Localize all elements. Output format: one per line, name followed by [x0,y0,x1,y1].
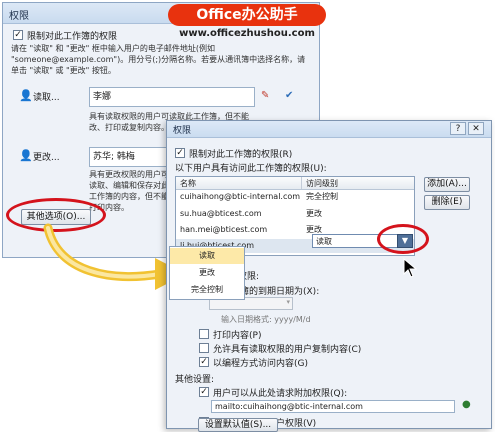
request-permission-checkbox[interactable]: ✓ [199,387,209,397]
change-description: 具有更改权限的用户可读取、编辑和保存对此工作簿的内容，但不能打印内容。 [89,170,169,212]
address-book-icon[interactable]: ✎ [261,90,269,101]
restrict-permission-label: 限制对此工作簿的权限(R) [189,150,293,160]
column-header-access[interactable]: 访问级别 [306,178,338,189]
copy-label: 允许具有读取权限的用户复制内容(C) [213,345,362,355]
column-header-name[interactable]: 名称 [180,178,196,189]
option-full-control[interactable]: 完全控制 [170,282,244,298]
list-header: 名称 访问级别 [176,177,414,190]
column-divider [301,177,302,189]
table-row[interactable]: cuihaihong@btic-internal.com 完全控制 [176,190,414,204]
change-button[interactable]: 更改... [33,150,60,163]
delete-button[interactable]: 删除(E) [424,195,470,210]
print-label: 打印内容(P) [213,331,262,341]
highlight-circle-dropdown [377,224,429,254]
access-level: 完全控制 [306,192,338,201]
users-list-label: 以下用户具有访问此工作簿的权限(U): [175,164,327,174]
access-level-select-value: 读取 [316,237,332,246]
programmatic-access-label: 以编程方式访问内容(G) [213,359,308,369]
read-user-icon: 👤 [19,89,33,102]
address-book-icon[interactable]: ● [462,399,471,410]
watermark-url: www.officezhushou.com [179,28,315,39]
print-checkbox[interactable] [199,329,209,339]
user-email: su.hua@bticest.com [180,209,262,218]
add-button[interactable]: 添加(A)... [424,177,470,192]
calendar-dropdown-icon[interactable]: ▾ [286,298,290,306]
mouse-cursor-icon [403,258,417,278]
user-email: han.mei@bticest.com [180,225,268,234]
set-defaults-button[interactable]: 设置默认值(S)... [198,418,278,432]
change-users-field[interactable]: 苏华; 韩梅 [89,147,169,167]
option-change[interactable]: 更改 [170,265,244,281]
restrict-permission-checkbox[interactable]: ✓ [175,148,185,158]
dialog-titlebar: 权限 ? ✕ [167,121,491,138]
help-icon[interactable]: ? [450,122,466,135]
date-format-hint: 输入日期格式: yyyy/M/d [221,315,311,324]
read-button[interactable]: 读取... [33,90,60,103]
table-row[interactable]: su.hua@bticest.com 更改 [176,207,414,221]
option-read[interactable]: 读取 [170,248,244,264]
dialog-title: 权限 [9,11,29,22]
user-email: cuihaihong@btic-internal.com [180,192,301,201]
close-icon[interactable]: ✕ [468,122,484,135]
access-level-options[interactable]: 读取 更改 完全控制 [169,246,245,300]
change-user-icon: 👤 [19,149,33,162]
watermark-brand: Office办公助手 [168,4,326,26]
dialog-title: 权限 [173,126,192,136]
access-level: 更改 [306,209,322,218]
other-settings-label: 其他设置: [175,375,215,385]
programmatic-access-checkbox[interactable]: ✓ [199,357,209,367]
restrict-permission-checkbox[interactable]: ✓ [13,30,23,40]
request-permission-label: 用户可以从此处请求附加权限(Q): [213,389,348,399]
watermark: Office办公助手 www.officezhushou.com [168,4,326,44]
restrict-permission-label: 限制对此工作簿的权限 [27,32,118,42]
copy-checkbox[interactable] [199,343,209,353]
check-names-icon[interactable]: ✔ [285,90,293,101]
request-email-field[interactable]: mailto:cuihaihong@btic-internal.com [211,400,455,413]
instructions-text: 请在 "读取" 和 "更改" 框中输入用户的电子邮件地址(例如 "someone… [11,44,306,75]
read-users-field[interactable]: 李娜 [89,87,255,107]
